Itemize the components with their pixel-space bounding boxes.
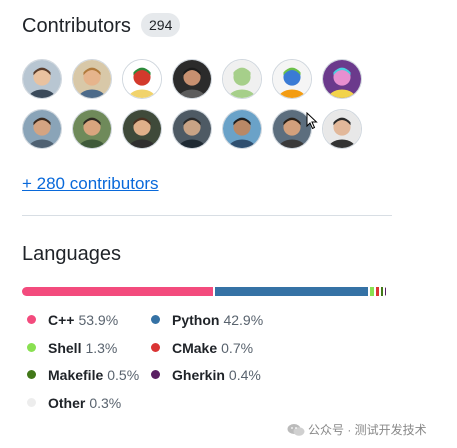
contributor-avatar[interactable]: [122, 109, 162, 149]
language-color-dot: [151, 370, 160, 379]
language-item[interactable]: CMake 0.7%: [151, 339, 253, 357]
language-item[interactable]: Gherkin 0.4%: [151, 366, 261, 384]
languages-progress-bar: [22, 287, 388, 296]
language-name: Makefile: [48, 367, 104, 383]
language-bar-segment[interactable]: [369, 287, 375, 296]
contributor-avatar[interactable]: [122, 59, 162, 99]
watermark-text: 公众号 · 测试开发技术: [308, 423, 427, 437]
language-name: C++: [48, 312, 75, 328]
language-color-dot: [27, 370, 36, 379]
contributor-avatar[interactable]: [72, 59, 112, 99]
section-divider: [22, 215, 392, 216]
contributor-avatar[interactable]: [322, 109, 362, 149]
contributor-avatar[interactable]: [172, 59, 212, 99]
language-percent: 0.7%: [221, 339, 254, 356]
language-bar-segment[interactable]: [22, 287, 214, 296]
language-item[interactable]: Python 42.9%: [151, 311, 263, 329]
language-percent: 53.9%: [78, 312, 119, 328]
contributors-count-badge: 294: [141, 13, 181, 37]
language-bar-segment[interactable]: [380, 287, 383, 296]
language-percent: 0.4%: [228, 367, 261, 383]
language-color-dot: [151, 315, 160, 324]
contributors-heading[interactable]: Contributors: [22, 14, 131, 38]
languages-heading: Languages: [22, 243, 121, 265]
language-percent: 0.5%: [107, 367, 140, 383]
more-contributors-link[interactable]: + 280 contributors: [22, 173, 159, 195]
contributor-avatar[interactable]: [222, 59, 262, 99]
language-percent: 42.9%: [223, 312, 264, 328]
contributor-avatar[interactable]: [222, 109, 262, 149]
contributor-avatar[interactable]: [22, 109, 62, 149]
language-name: Python: [172, 312, 220, 328]
language-color-dot: [151, 342, 160, 352]
language-name: Other: [48, 394, 86, 411]
contributor-avatar[interactable]: [22, 59, 62, 99]
language-item[interactable]: Makefile 0.5%: [27, 366, 139, 384]
language-color-dot: [27, 342, 36, 352]
mouse-cursor-icon: [306, 112, 318, 130]
language-bar-segment[interactable]: [376, 287, 379, 296]
language-color-dot: [27, 397, 36, 407]
language-percent: 1.3%: [85, 339, 118, 356]
contributor-avatar[interactable]: [272, 59, 312, 99]
language-name: Gherkin: [172, 367, 225, 383]
language-bar-segment[interactable]: [384, 287, 386, 296]
language-color-dot: [27, 315, 36, 324]
language-item[interactable]: Other 0.3%: [27, 394, 121, 412]
language-item[interactable]: Shell 1.3%: [27, 339, 117, 357]
language-item[interactable]: C++ 53.9%: [27, 311, 118, 329]
language-percent: 0.3%: [89, 394, 122, 411]
wechat-icon: [287, 424, 305, 436]
language-name: Shell: [48, 339, 82, 356]
language-name: CMake: [172, 339, 218, 356]
contributor-avatar[interactable]: [72, 109, 112, 149]
language-bar-segment[interactable]: [215, 287, 368, 296]
contributor-avatar[interactable]: [322, 59, 362, 99]
contributor-avatar[interactable]: [172, 109, 212, 149]
watermark: 公众号 · 测试开发技术: [287, 421, 427, 438]
